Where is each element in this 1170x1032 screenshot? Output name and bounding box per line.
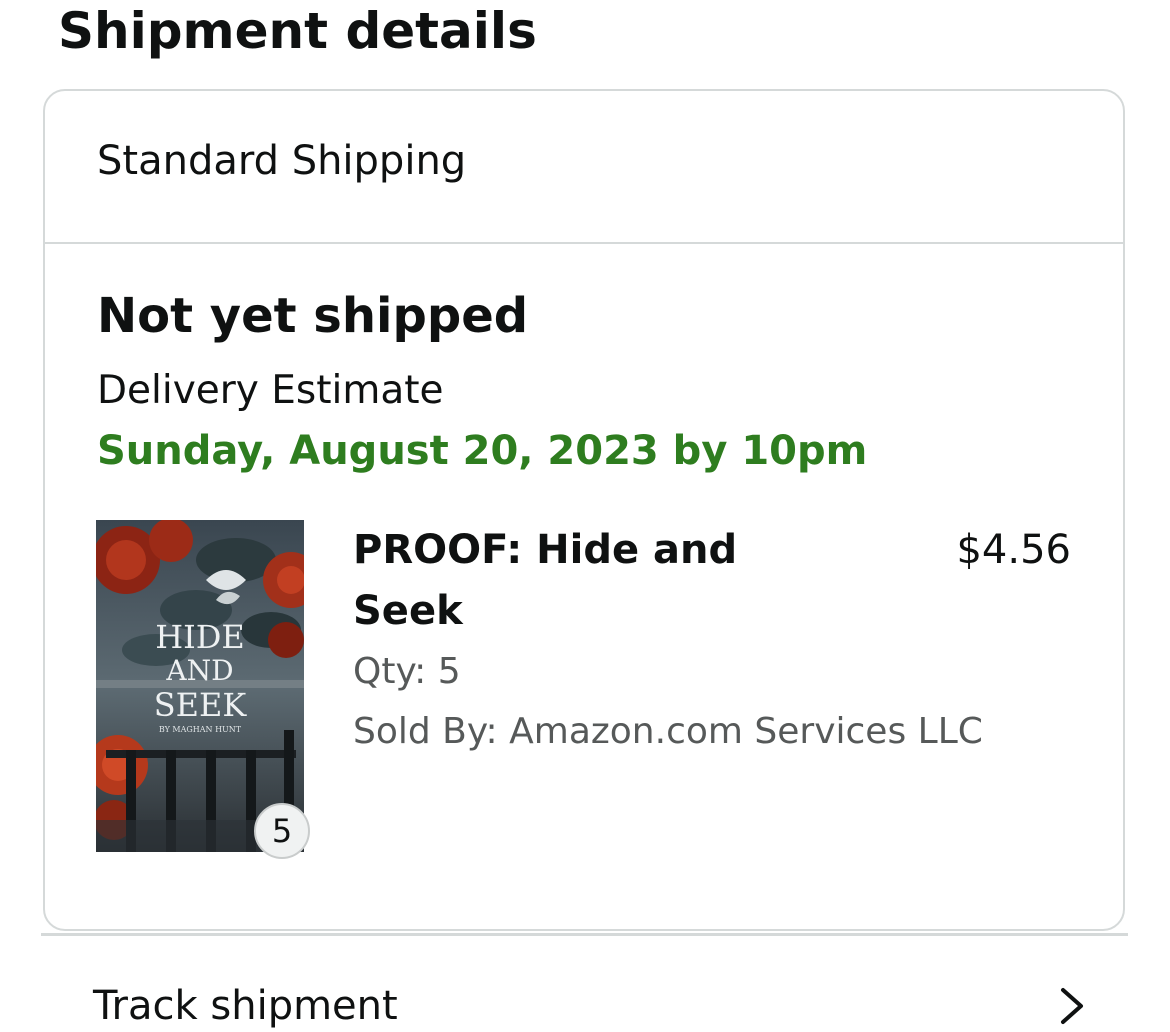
shipment-card: Standard Shipping Not yet shipped Delive… bbox=[43, 89, 1125, 931]
quantity-badge: 5 bbox=[254, 803, 310, 859]
product-title-link[interactable]: PROOF: Hide and Seek bbox=[353, 520, 793, 642]
cover-title-line3: SEEK bbox=[154, 686, 248, 724]
cover-author: BY MAGHAN HUNT bbox=[159, 725, 242, 734]
shipment-status: Not yet shipped bbox=[97, 288, 529, 344]
product-price: $4.56 bbox=[956, 527, 1071, 573]
product-quantity: Qty: 5 bbox=[353, 651, 461, 692]
shipping-method: Standard Shipping bbox=[97, 138, 467, 184]
delivery-estimate-date: Sunday, August 20, 2023 by 10pm bbox=[97, 428, 868, 474]
product-seller: Sold By: Amazon.com Services LLC bbox=[353, 711, 983, 752]
cover-title-line2: AND bbox=[165, 654, 233, 687]
track-shipment-label: Track shipment bbox=[93, 983, 398, 1029]
card-divider bbox=[45, 242, 1123, 244]
cover-title-line1: HIDE bbox=[155, 618, 245, 656]
delivery-estimate-label: Delivery Estimate bbox=[97, 368, 444, 413]
page-title: Shipment details bbox=[58, 2, 537, 60]
track-shipment-row[interactable]: Track shipment bbox=[41, 936, 1128, 1029]
chevron-right-icon bbox=[1061, 988, 1083, 1024]
product-cover-image[interactable]: HIDE AND SEEK BY MAGHAN HUNT bbox=[96, 520, 304, 852]
